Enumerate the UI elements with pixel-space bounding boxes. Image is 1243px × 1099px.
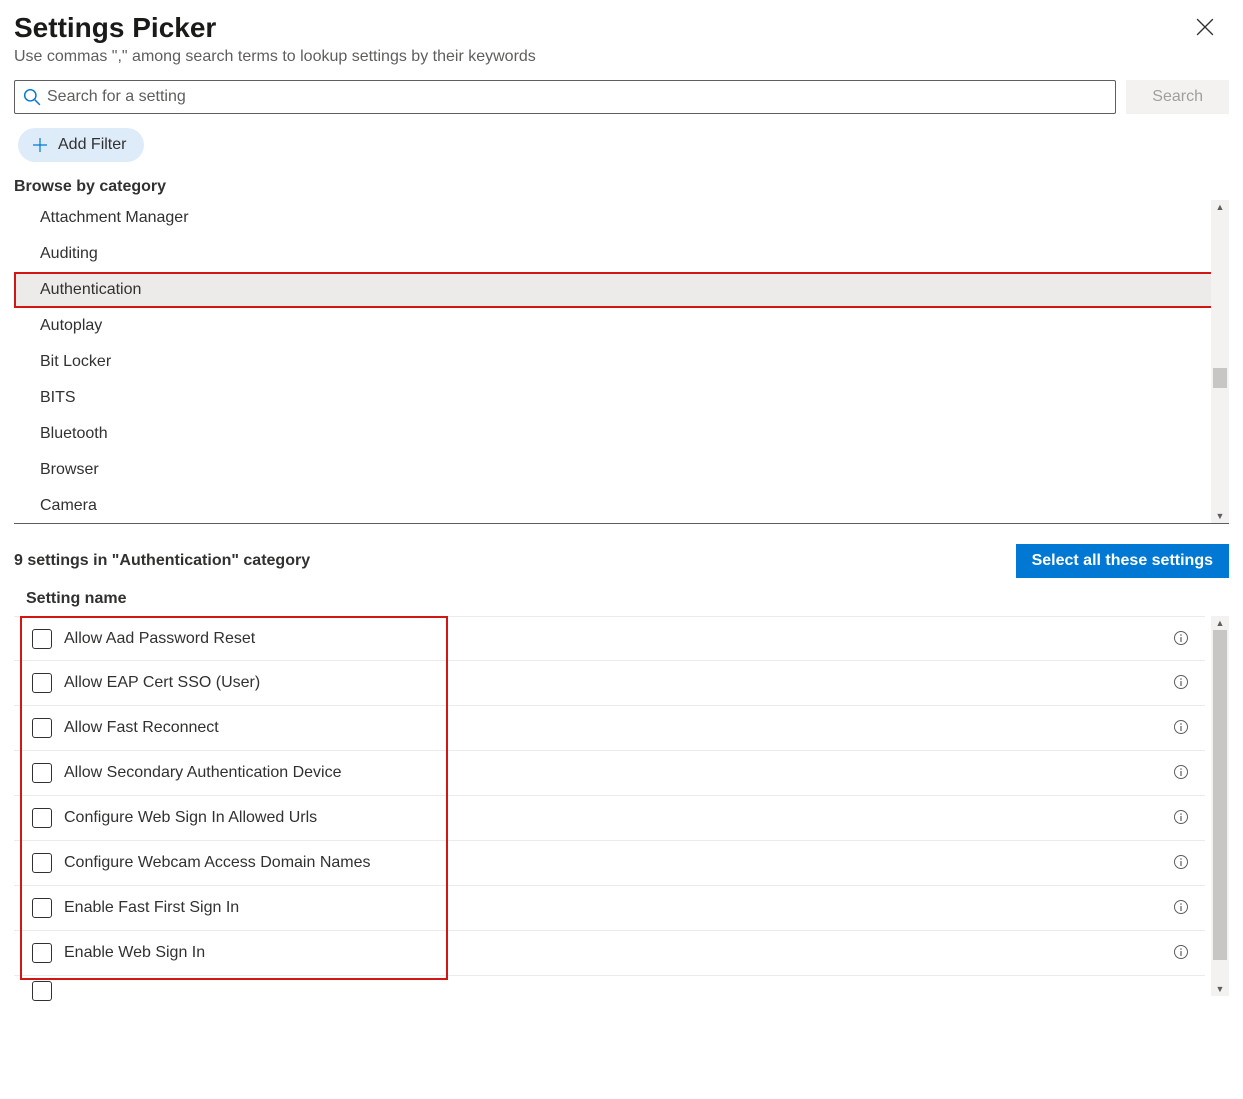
category-item[interactable]: Bluetooth [14, 416, 1229, 452]
setting-row: Allow Secondary Authentication Device [14, 751, 1205, 796]
scrollbar-thumb[interactable] [1213, 630, 1227, 960]
select-all-button[interactable]: Select all these settings [1016, 544, 1229, 578]
category-item[interactable]: Camera [14, 488, 1229, 523]
setting-label: Configure Webcam Access Domain Names [64, 854, 1173, 872]
setting-label: Enable Fast First Sign In [64, 899, 1173, 917]
info-icon[interactable] [1173, 854, 1191, 872]
category-item[interactable]: Attachment Manager [14, 200, 1229, 236]
results-count: 9 settings in "Authentication" category [14, 552, 310, 570]
setting-checkbox[interactable] [32, 763, 52, 783]
info-icon[interactable] [1173, 809, 1191, 827]
plus-icon [32, 137, 48, 153]
category-item[interactable]: Autoplay [14, 308, 1229, 344]
setting-checkbox[interactable] [32, 718, 52, 738]
close-button[interactable] [1195, 18, 1215, 38]
search-box[interactable] [14, 80, 1116, 114]
page-title: Settings Picker [14, 12, 1229, 44]
category-item[interactable]: Browser [14, 452, 1229, 488]
browse-heading: Browse by category [14, 178, 1229, 196]
setting-label: Configure Web Sign In Allowed Urls [64, 809, 1173, 827]
category-scrollbar[interactable]: ▲ ▼ [1211, 200, 1229, 523]
info-icon[interactable] [1173, 899, 1191, 917]
scroll-up-icon[interactable]: ▲ [1216, 200, 1225, 214]
setting-checkbox[interactable] [32, 629, 52, 649]
info-icon[interactable] [1173, 630, 1191, 648]
setting-label: Allow Aad Password Reset [64, 630, 1173, 648]
scroll-up-icon[interactable]: ▲ [1216, 616, 1225, 630]
setting-checkbox[interactable] [32, 853, 52, 873]
setting-checkbox[interactable] [32, 981, 52, 1001]
setting-label: Allow EAP Cert SSO (User) [64, 674, 1173, 692]
info-icon[interactable] [1173, 674, 1191, 692]
setting-name-column-header: Setting name [14, 590, 1229, 608]
scroll-down-icon[interactable]: ▼ [1216, 982, 1225, 996]
settings-scrollbar[interactable]: ▲ ▼ [1211, 616, 1229, 996]
setting-row: Enable Fast First Sign In [14, 886, 1205, 931]
add-filter-label: Add Filter [58, 136, 126, 154]
category-list: Attachment ManagerAuditingAuthentication… [14, 200, 1229, 523]
search-input[interactable] [41, 87, 1107, 107]
setting-label: Allow Secondary Authentication Device [64, 764, 1173, 782]
setting-checkbox[interactable] [32, 943, 52, 963]
setting-row: Configure Webcam Access Domain Names [14, 841, 1205, 886]
scrollbar-thumb[interactable] [1213, 368, 1227, 388]
setting-checkbox[interactable] [32, 898, 52, 918]
info-icon[interactable] [1173, 944, 1191, 962]
category-item[interactable]: Bit Locker [14, 344, 1229, 380]
setting-row: Allow EAP Cert SSO (User) [14, 661, 1205, 706]
category-item[interactable]: Authentication [14, 272, 1229, 308]
setting-row: Allow Aad Password Reset [14, 616, 1205, 661]
setting-checkbox[interactable] [32, 808, 52, 828]
category-item[interactable]: Auditing [14, 236, 1229, 272]
scroll-down-icon[interactable]: ▼ [1216, 509, 1225, 523]
info-icon[interactable] [1173, 764, 1191, 782]
close-icon [1196, 18, 1214, 36]
search-icon [23, 88, 41, 106]
setting-label: Enable Web Sign In [64, 944, 1173, 962]
setting-row: Configure Web Sign In Allowed Urls [14, 796, 1205, 841]
setting-row [14, 976, 1205, 998]
setting-row: Allow Fast Reconnect [14, 706, 1205, 751]
add-filter-button[interactable]: Add Filter [18, 128, 144, 162]
category-item[interactable]: BITS [14, 380, 1229, 416]
info-icon[interactable] [1173, 719, 1191, 737]
setting-row: Enable Web Sign In [14, 931, 1205, 976]
settings-list: Allow Aad Password Reset Allow EAP Cert S… [14, 616, 1229, 998]
search-button[interactable]: Search [1126, 80, 1229, 114]
setting-checkbox[interactable] [32, 673, 52, 693]
setting-label: Allow Fast Reconnect [64, 719, 1173, 737]
page-subtitle: Use commas "," among search terms to loo… [14, 48, 1229, 66]
